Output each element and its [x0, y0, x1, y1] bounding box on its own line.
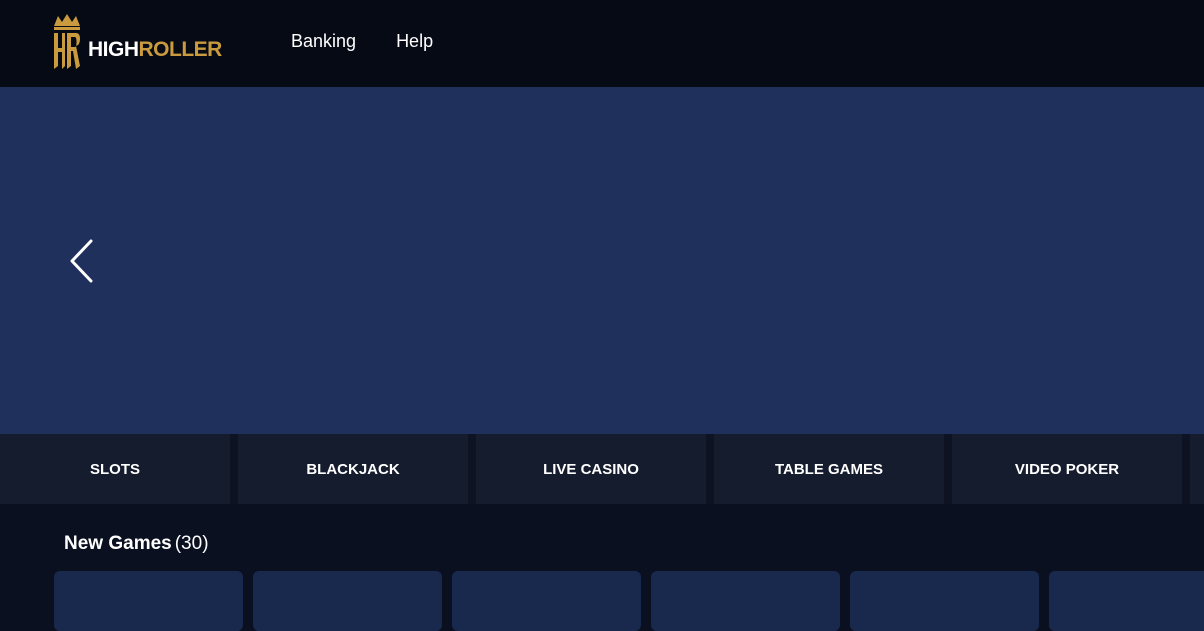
game-tile[interactable]	[651, 571, 840, 631]
nav-help-link[interactable]: Help	[396, 31, 433, 52]
hero-carousel	[0, 87, 1204, 434]
tab-table-games[interactable]: TABLE GAMES	[714, 434, 944, 504]
top-header: HIGHROLLER Banking Help	[0, 0, 1204, 87]
main-nav: Banking Help	[291, 31, 433, 52]
tab-blackjack[interactable]: BLACKJACK	[238, 434, 468, 504]
tab-next-partial[interactable]	[1190, 434, 1204, 504]
tab-slots[interactable]: SLOTS	[0, 434, 230, 504]
brand-wordmark: HIGHROLLER	[88, 39, 222, 60]
brand-name-high: HIGH	[88, 37, 139, 61]
game-tile[interactable]	[850, 571, 1039, 631]
highroller-logo[interactable]: HIGHROLLER	[52, 14, 222, 70]
chevron-left-icon	[70, 239, 93, 283]
game-tiles-row	[54, 571, 1204, 631]
crown-monogram-icon	[54, 14, 80, 69]
game-tile[interactable]	[452, 571, 641, 631]
tab-live-casino[interactable]: LIVE CASINO	[476, 434, 706, 504]
game-tile[interactable]	[54, 571, 243, 631]
brand-name-roller: ROLLER	[138, 37, 223, 61]
tab-video-poker[interactable]: VIDEO POKER	[952, 434, 1182, 504]
new-games-count: (30)	[174, 533, 209, 554]
carousel-prev-button[interactable]	[66, 239, 98, 283]
new-games-title: New Games	[64, 533, 172, 554]
game-tile[interactable]	[1049, 571, 1204, 631]
game-tile[interactable]	[253, 571, 442, 631]
category-tabs: SLOTS BLACKJACK LIVE CASINO TABLE GAMES …	[0, 434, 1204, 504]
nav-banking-link[interactable]: Banking	[291, 31, 356, 52]
section-title: New Games (30)	[64, 533, 209, 555]
new-games-section: New Games (30)	[0, 504, 1204, 631]
